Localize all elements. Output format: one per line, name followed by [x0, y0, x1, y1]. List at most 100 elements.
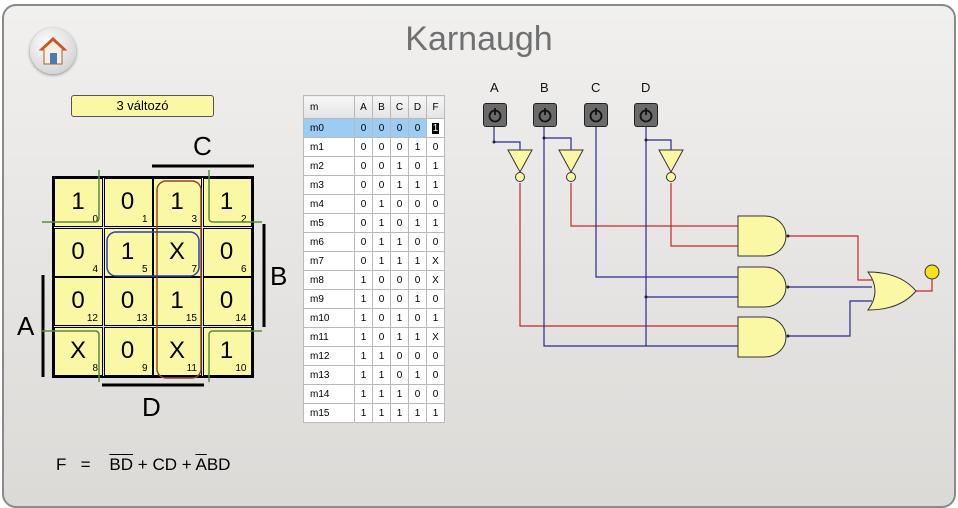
table-cell: 0 [372, 156, 391, 176]
table-row[interactable]: m4 0 1 0 0 0 [303, 194, 445, 214]
output-value-cell[interactable]: 1 [426, 175, 445, 195]
table-row[interactable]: m10 1 0 1 0 1 [303, 308, 445, 328]
table-cell: m13 [303, 365, 355, 385]
table-cell: 0 [354, 232, 373, 252]
table-cell: m0 [303, 118, 355, 138]
table-row[interactable]: m13 1 1 0 1 0 [303, 365, 445, 385]
table-cell: 1 [390, 384, 409, 404]
table-cell: 1 [390, 156, 409, 176]
table-cell: 1 [408, 365, 427, 385]
table-row[interactable]: m3 0 0 1 1 1 [303, 175, 445, 195]
table-cell: m10 [303, 308, 355, 328]
table-cell: 1 [390, 251, 409, 271]
output-value-cell[interactable]: X [426, 270, 445, 290]
table-cell: 1 [408, 137, 427, 157]
table-row[interactable]: m6 0 1 1 0 0 [303, 232, 445, 252]
table-cell: m6 [303, 232, 355, 252]
table-row[interactable]: m8 1 0 0 0 X [303, 270, 445, 290]
input-switch-a[interactable] [483, 103, 507, 127]
table-row[interactable]: m14 1 1 1 0 0 [303, 384, 445, 404]
output-value-cell[interactable]: 0 [426, 137, 445, 157]
output-value-cell[interactable]: 0 [426, 194, 445, 214]
table-cell: 0 [354, 118, 373, 138]
table-cell: 0 [408, 308, 427, 328]
table-cell: 1 [372, 384, 391, 404]
table-cell: 0 [354, 194, 373, 214]
output-value-cell[interactable]: 0 [426, 384, 445, 404]
table-cell: 1 [390, 327, 409, 347]
kmap-label-d: D [142, 392, 161, 422]
table-cell: 0 [408, 384, 427, 404]
formula-term-na: A [195, 455, 207, 474]
table-row[interactable]: m11 1 0 1 1 X [303, 327, 445, 347]
input-switch-b[interactable] [533, 103, 557, 127]
table-cell: 0 [354, 251, 373, 271]
table-cell: m14 [303, 384, 355, 404]
output-value-cell[interactable]: 1 [426, 403, 445, 423]
formula-plus: + [181, 455, 192, 474]
table-cell: 0 [408, 118, 427, 138]
column-header: D [408, 95, 427, 119]
truth-table: m A B C D F m0 0 0 0 0 1 m1 0 0 0 1 0 m2 0 0 1 0 1 m3 0 0 1 1 1… [303, 95, 445, 423]
input-switch-d[interactable] [634, 103, 658, 127]
table-row[interactable]: m12 1 1 0 0 0 [303, 346, 445, 366]
table-cell: 1 [390, 403, 409, 423]
output-value-cell[interactable]: 1 [426, 118, 445, 138]
table-cell: m9 [303, 289, 355, 309]
output-value-cell[interactable]: 0 [426, 346, 445, 366]
column-header: F [426, 95, 445, 119]
formula-term-bd: BD [206, 455, 231, 474]
table-cell: 0 [408, 156, 427, 176]
power-icon [639, 108, 653, 123]
table-cell: m1 [303, 137, 355, 157]
output-value-cell[interactable]: X [426, 251, 445, 271]
table-cell: 1 [408, 289, 427, 309]
table-cell: 0 [390, 365, 409, 385]
table-cell: 0 [372, 270, 391, 290]
table-cell: 1 [390, 175, 409, 195]
formula-output: F [56, 455, 67, 474]
table-cell: 1 [408, 251, 427, 271]
table-cell: 0 [354, 213, 373, 233]
table-cell: 0 [390, 289, 409, 309]
variable-count-button[interactable]: 3 változó [71, 95, 214, 117]
table-cell: 1 [372, 365, 391, 385]
formula-term-nd: D [120, 455, 134, 474]
table-cell: 1 [372, 213, 391, 233]
table-row[interactable]: m0 0 0 0 0 1 [303, 118, 445, 138]
output-value-editor[interactable]: 1 [431, 122, 440, 134]
table-cell: 1 [372, 346, 391, 366]
input-label-a: A [490, 80, 499, 95]
output-value-cell[interactable]: 1 [426, 213, 445, 233]
output-value-cell[interactable]: 1 [426, 156, 445, 176]
table-cell: 1 [354, 365, 373, 385]
table-cell: m7 [303, 251, 355, 271]
table-cell: m11 [303, 327, 355, 347]
table-cell: 0 [390, 213, 409, 233]
table-row[interactable]: m9 1 0 0 1 0 [303, 289, 445, 309]
output-value-cell[interactable]: 0 [426, 289, 445, 309]
home-button[interactable] [30, 28, 76, 74]
table-cell: 1 [354, 289, 373, 309]
output-value-cell[interactable]: 0 [426, 232, 445, 252]
table-cell: m2 [303, 156, 355, 176]
table-row[interactable]: m2 0 0 1 0 1 [303, 156, 445, 176]
input-label-c: C [591, 80, 601, 95]
table-row[interactable]: m1 0 0 0 1 0 [303, 137, 445, 157]
table-row[interactable]: m7 0 1 1 1 X [303, 251, 445, 271]
column-header: A [354, 95, 373, 119]
power-icon [488, 108, 502, 123]
output-value-cell[interactable]: X [426, 327, 445, 347]
table-row[interactable]: m15 1 1 1 1 1 [303, 403, 445, 423]
input-switch-c[interactable] [584, 103, 608, 127]
power-icon [589, 108, 603, 123]
table-cell: 0 [390, 346, 409, 366]
column-header: C [390, 95, 409, 119]
output-value-cell[interactable]: 0 [426, 365, 445, 385]
formula-plus: + [137, 455, 148, 474]
output-value-cell[interactable]: 1 [426, 308, 445, 328]
table-row[interactable]: m5 0 1 0 1 1 [303, 213, 445, 233]
table-cell: 1 [408, 403, 427, 423]
table-cell: 0 [408, 346, 427, 366]
column-header: B [372, 95, 391, 119]
